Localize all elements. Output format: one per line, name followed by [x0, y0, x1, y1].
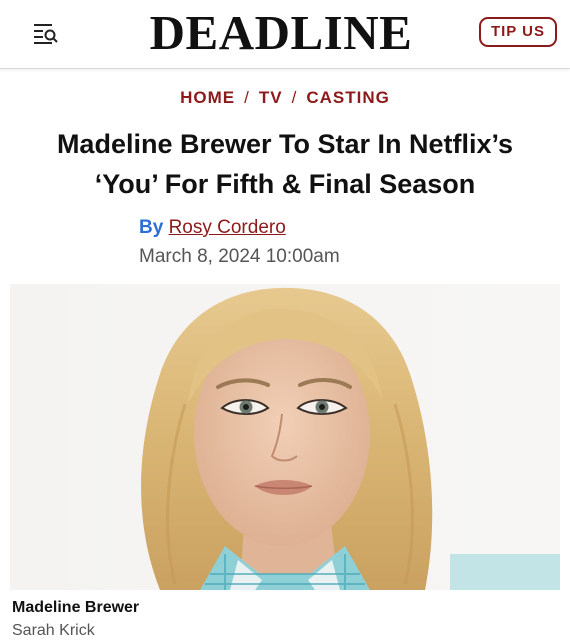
headline-line-2: ‘You’ For Fifth & Final Season [94, 169, 476, 199]
publish-date: March 8, 2024 10:00am [139, 246, 340, 267]
by-label: By [139, 217, 164, 238]
breadcrumb-tv[interactable]: TV [259, 88, 283, 107]
site-header: DEADLINE TIP US [0, 0, 570, 69]
headline-line-1: Madeline Brewer To Star In Netflix’s [56, 129, 514, 159]
article-headline: Madeline Brewer To Star In Netflix’s ‘Yo… [20, 124, 550, 204]
photo-caption: Madeline Brewer [12, 599, 140, 616]
menu-search-icon[interactable] [32, 20, 60, 46]
breadcrumb-separator: / [291, 88, 298, 107]
article-photo [10, 284, 560, 590]
byline: By Rosy Cordero [139, 216, 286, 240]
tip-us-button[interactable]: TIP US [479, 17, 557, 47]
breadcrumb: HOME / TV / CASTING [0, 88, 570, 108]
breadcrumb-separator: / [244, 88, 250, 107]
breadcrumb-home[interactable]: HOME [180, 88, 235, 107]
author-link[interactable]: Rosy Cordero [169, 217, 286, 238]
photo-credit: Sarah Krick [12, 622, 95, 639]
site-logo[interactable]: DEADLINE [131, 6, 431, 60]
breadcrumb-casting[interactable]: CASTING [306, 88, 390, 107]
